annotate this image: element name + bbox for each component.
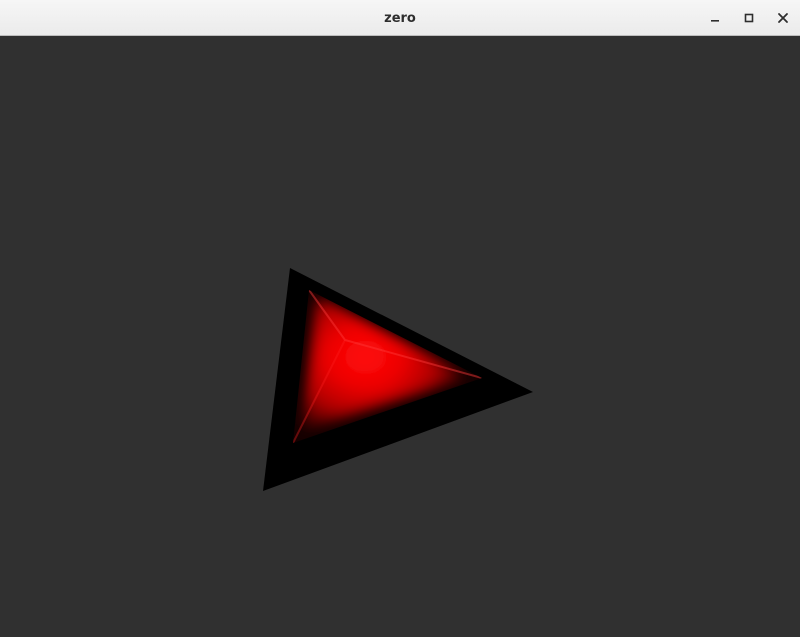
- window-title: zero: [384, 11, 416, 26]
- close-button[interactable]: [766, 0, 800, 36]
- minimize-button[interactable]: [698, 0, 732, 36]
- minimize-icon: [711, 20, 719, 22]
- maximize-icon: [744, 13, 754, 23]
- maximize-button[interactable]: [732, 0, 766, 36]
- app-window: zero: [0, 0, 800, 637]
- title-bar[interactable]: zero: [0, 0, 800, 36]
- rendered-scene: [263, 268, 533, 491]
- render-viewport[interactable]: [0, 36, 800, 637]
- close-icon: [778, 13, 788, 23]
- window-controls: [698, 0, 800, 36]
